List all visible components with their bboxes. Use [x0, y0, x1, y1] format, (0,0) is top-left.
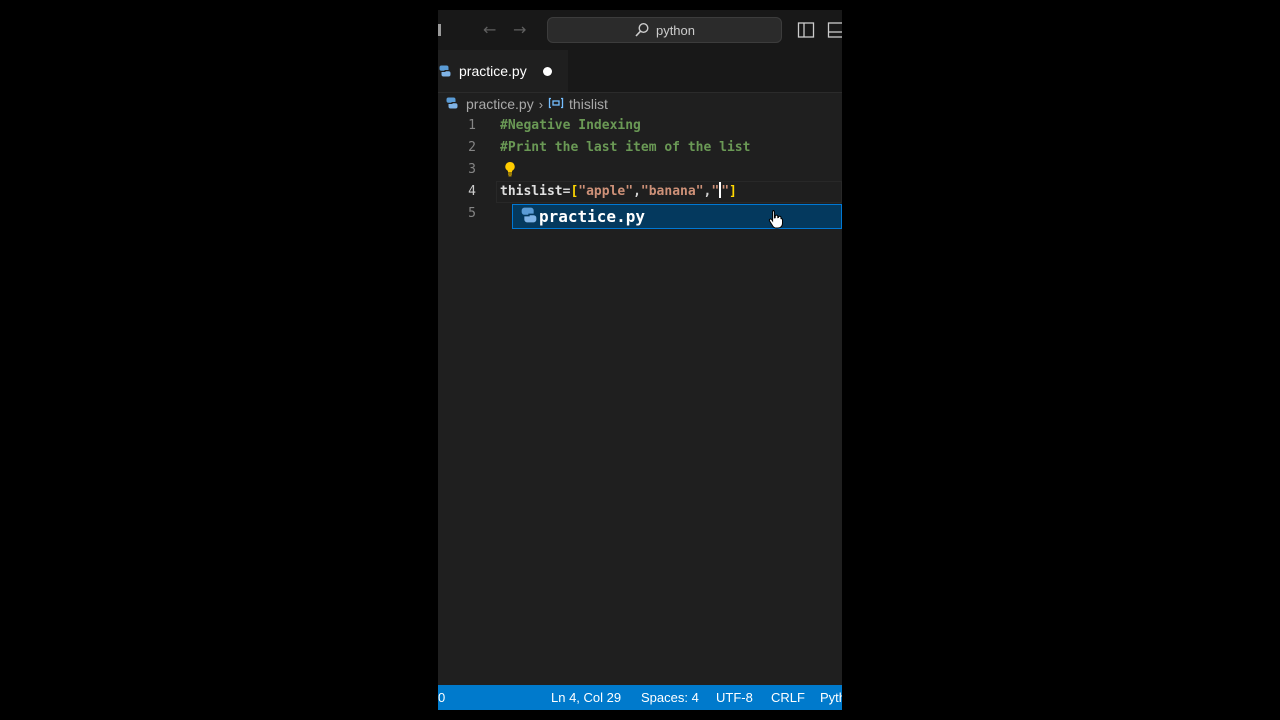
command-center-search[interactable]: python — [547, 17, 782, 43]
title-bar: ← → python — [438, 10, 842, 50]
code-line-2: #Print the last item of the list — [500, 140, 751, 155]
symbol-variable-icon — [548, 96, 564, 112]
line-number-active: 4 — [468, 184, 476, 199]
line-number: 2 — [468, 140, 476, 155]
tab-practice-py[interactable]: practice.py — [438, 50, 568, 92]
status-remote[interactable]: 0 — [438, 689, 445, 706]
code-line-4: thislist=["apple","banana"," "] — [500, 182, 737, 202]
status-bar: 0 Ln 4, Col 29 Spaces: 4 UTF-8 CRLF Pyth — [438, 685, 842, 710]
tab-label: practice.py — [459, 63, 527, 79]
layout-panel-icon[interactable] — [827, 21, 842, 39]
unsaved-dot-icon[interactable] — [542, 66, 552, 76]
suggestion-label: practice.py — [539, 207, 645, 226]
line-number: 3 — [468, 162, 476, 177]
line-number: 1 — [468, 118, 476, 133]
status-encoding[interactable]: UTF-8 — [716, 689, 753, 706]
python-icon — [521, 207, 537, 227]
token-string: "apple" — [578, 184, 634, 199]
code-line-1: #Negative Indexing — [500, 118, 641, 133]
breadcrumb: practice.py › thislist — [446, 94, 608, 114]
hand-cursor-icon — [768, 209, 784, 233]
lightbulb-icon[interactable] — [504, 161, 516, 181]
arrow-left-icon[interactable]: ← — [483, 20, 496, 40]
chevron-right-icon: › — [538, 96, 544, 112]
code-editor[interactable]: 1 2 3 4 5 #Negative Indexing #Print the … — [438, 116, 842, 686]
token-variable: thislist — [500, 184, 563, 199]
breadcrumb-file[interactable]: practice.py — [466, 96, 534, 112]
token-string: "banana" — [640, 184, 704, 199]
python-icon — [439, 62, 451, 81]
status-cursor-position[interactable]: Ln 4, Col 29 — [551, 689, 621, 706]
search-text: python — [655, 22, 696, 38]
status-language[interactable]: Pyth — [820, 689, 842, 706]
line-number: 5 — [468, 206, 476, 221]
token-string-quote: " — [711, 184, 720, 199]
token-string-quote: " — [721, 184, 730, 199]
status-eol[interactable]: CRLF — [771, 689, 805, 706]
token-comma: , — [633, 184, 641, 199]
suggestion-item[interactable]: practice.py — [512, 204, 842, 229]
status-indentation[interactable]: Spaces: 4 — [641, 689, 699, 706]
menu-edge-icon[interactable] — [438, 24, 441, 36]
layout-sidebar-icon[interactable] — [797, 21, 815, 39]
arrow-right-icon[interactable]: → — [513, 20, 526, 40]
search-icon — [634, 22, 650, 38]
breadcrumb-symbol[interactable]: thislist — [569, 96, 608, 112]
python-icon — [446, 96, 458, 112]
token-bracket-close: ] — [729, 184, 737, 199]
tab-bar: practice.py — [438, 50, 842, 93]
vscode-window: ← → python practice.py practice.py › thi… — [438, 10, 842, 710]
